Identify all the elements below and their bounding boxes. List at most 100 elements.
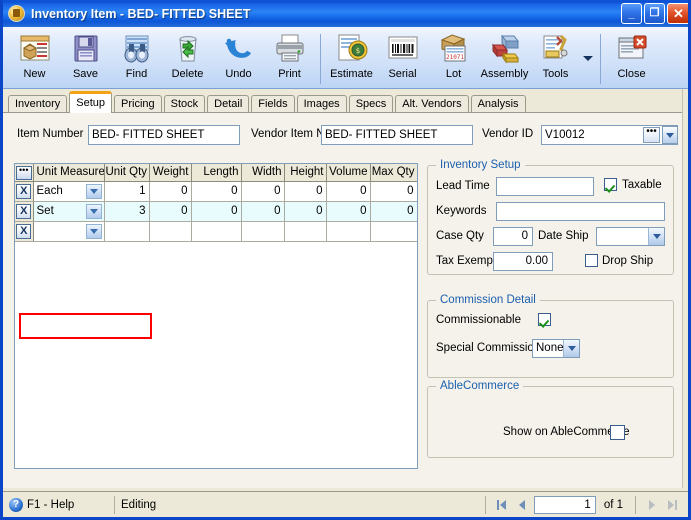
tab-inventory[interactable]: Inventory <box>8 95 68 113</box>
toolbar-button-serial[interactable]: Serial <box>377 30 428 87</box>
lead-time-label: Lead Time <box>436 180 490 192</box>
toolbar-button-find[interactable]: Find <box>111 30 162 87</box>
tab-stock[interactable]: Stock <box>163 95 206 113</box>
help-area[interactable]: ? F1 - Help <box>3 497 108 512</box>
minimize-button[interactable]: _ <box>621 3 642 24</box>
tab-images[interactable]: Images <box>296 95 347 113</box>
cell-unit-measure[interactable]: Each <box>33 181 105 202</box>
special-commission-dropdown-icon[interactable] <box>563 340 579 357</box>
tab-fields[interactable]: Fields <box>251 95 295 113</box>
cell-unit-qty[interactable] <box>104 221 150 242</box>
tab-alt-vendors[interactable]: Alt. Vendors <box>395 95 469 113</box>
unit-measure-dropdown-icon[interactable] <box>85 183 102 199</box>
cell-max-qty[interactable]: 0 <box>370 201 417 222</box>
unit-measure-grid[interactable]: ••• Unit Measure Unit Qty Weight Length … <box>14 163 418 469</box>
grid-header-unit-qty[interactable]: Unit Qty <box>104 164 150 182</box>
tab-analysis[interactable]: Analysis <box>470 95 526 113</box>
cell-unit-qty[interactable]: 3 <box>104 201 150 222</box>
cell-volume[interactable] <box>326 221 371 242</box>
grid-options-icon[interactable]: ••• <box>15 166 32 180</box>
keywords-input[interactable] <box>496 202 665 221</box>
grid-selector-header[interactable]: ••• <box>15 164 34 182</box>
table-row[interactable]: X Each 1 0 0 0 0 0 0 <box>15 181 417 202</box>
toolbar-button-lot[interactable]: 21071 Lot <box>428 30 479 87</box>
last-record-icon <box>667 500 677 510</box>
date-ship-select[interactable] <box>596 227 665 246</box>
last-record-button[interactable] <box>662 496 682 514</box>
cell-weight[interactable] <box>149 221 192 242</box>
cell-width[interactable] <box>241 221 285 242</box>
row-delete-button[interactable]: X <box>16 223 32 239</box>
grid-header-volume[interactable]: Volume <box>326 164 371 182</box>
cell-volume[interactable]: 0 <box>326 201 371 222</box>
cell-length[interactable]: 0 <box>191 201 242 222</box>
row-delete-cell[interactable]: X <box>15 181 34 202</box>
cell-max-qty[interactable]: 0 <box>370 181 417 202</box>
show-on-ablecommerce-checkbox[interactable] <box>610 425 625 440</box>
commissionable-checkbox[interactable] <box>538 313 551 326</box>
toolbar-button-new[interactable]: New <box>9 30 60 87</box>
row-delete-button[interactable]: X <box>16 203 32 219</box>
toolbar-button-undo[interactable]: Undo <box>213 30 264 87</box>
row-delete-cell[interactable]: X <box>15 201 34 222</box>
tax-exempt-input[interactable]: 0.00 <box>493 252 553 271</box>
drop-ship-checkbox[interactable] <box>585 254 598 267</box>
special-commission-select[interactable]: None <box>532 339 580 358</box>
unit-measure-dropdown-icon[interactable] <box>85 223 102 239</box>
tab-pricing[interactable]: Pricing <box>114 95 162 113</box>
case-qty-input[interactable]: 0 <box>493 227 533 246</box>
tab-specs[interactable]: Specs <box>348 95 394 113</box>
toolbar-button-save[interactable]: Save <box>60 30 111 87</box>
toolbar-button-delete[interactable]: Delete <box>162 30 213 87</box>
table-row[interactable]: X Set 3 0 0 0 0 0 0 <box>15 201 417 222</box>
unit-measure-dropdown-icon[interactable] <box>85 203 102 219</box>
cell-height[interactable]: 0 <box>284 201 327 222</box>
toolbar-button-print[interactable]: Print <box>264 30 315 87</box>
tab-detail[interactable]: Detail <box>207 95 250 113</box>
cell-length[interactable] <box>191 221 242 242</box>
item-number-input[interactable]: BED- FITTED SHEET <box>88 125 240 145</box>
row-delete-cell[interactable]: X <box>15 221 34 242</box>
cell-length[interactable]: 0 <box>191 181 242 202</box>
date-ship-dropdown-icon[interactable] <box>648 228 664 245</box>
cell-volume[interactable]: 0 <box>326 181 371 202</box>
cell-weight[interactable]: 0 <box>149 181 192 202</box>
cell-weight[interactable]: 0 <box>149 201 192 222</box>
cell-width[interactable]: 0 <box>241 181 285 202</box>
cell-max-qty[interactable] <box>370 221 417 242</box>
cell-unit-qty[interactable]: 1 <box>104 181 150 202</box>
cell-height[interactable] <box>284 221 327 242</box>
vendor-id-dropdown-button[interactable] <box>662 126 678 144</box>
cell-unit-measure[interactable] <box>33 221 105 242</box>
grid-header-width[interactable]: Width <box>241 164 285 182</box>
inventory-setup-group: Inventory Setup Lead Time Taxable Keywor… <box>427 159 674 275</box>
first-record-button[interactable] <box>492 496 512 514</box>
next-record-button[interactable] <box>642 496 662 514</box>
taxable-checkbox[interactable] <box>604 178 617 191</box>
table-row[interactable]: X <box>15 221 417 242</box>
maximize-button[interactable]: ❐ <box>644 3 665 24</box>
grid-header-weight[interactable]: Weight <box>149 164 192 182</box>
toolbar-button-estimate[interactable]: $ Estimate <box>326 30 377 87</box>
grid-header-height[interactable]: Height <box>284 164 327 182</box>
grid-header-max-qty[interactable]: Max Qty <box>370 164 417 182</box>
cell-unit-measure[interactable]: Set <box>33 201 105 222</box>
row-delete-button[interactable]: X <box>16 183 32 199</box>
grid-header-unit-measure[interactable]: Unit Measure <box>33 164 105 182</box>
record-number-input[interactable]: 1 <box>533 496 596 514</box>
lead-time-input[interactable] <box>496 177 594 196</box>
tab-setup[interactable]: Setup <box>69 91 112 113</box>
vendor-id-lookup-button[interactable]: ••• <box>643 127 660 143</box>
toolbar-button-assembly[interactable]: Assembly <box>479 30 530 87</box>
tools-dropdown-arrow-icon[interactable] <box>581 30 595 87</box>
special-commission-value: None <box>536 342 564 354</box>
toolbar-button-close[interactable]: Close <box>606 30 657 87</box>
grid-header-length[interactable]: Length <box>191 164 242 182</box>
cell-height[interactable]: 0 <box>284 181 327 202</box>
status-separator-3 <box>635 496 636 514</box>
vendor-item-no-input[interactable]: BED- FITTED SHEET <box>321 125 473 145</box>
previous-record-button[interactable] <box>512 496 532 514</box>
cell-width[interactable]: 0 <box>241 201 285 222</box>
toolbar-button-tools[interactable]: Tools <box>530 30 581 87</box>
close-button[interactable]: ✕ <box>667 3 688 24</box>
